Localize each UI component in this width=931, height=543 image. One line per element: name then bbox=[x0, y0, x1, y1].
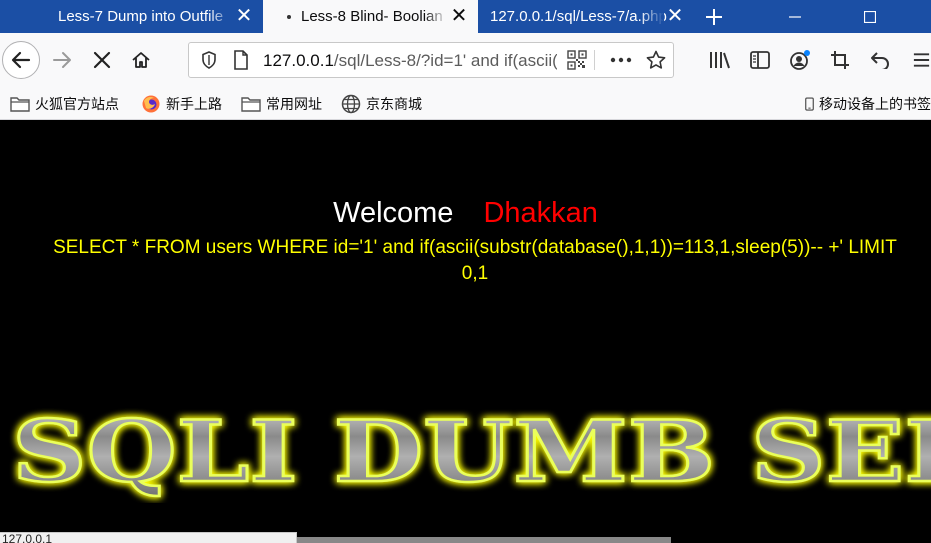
folder-icon bbox=[241, 96, 261, 112]
star-icon bbox=[646, 50, 666, 69]
account-button[interactable] bbox=[786, 46, 814, 74]
folder-icon bbox=[10, 96, 30, 112]
sql-query-text: SELECT * FROM users WHERE id='1' and if(… bbox=[0, 235, 931, 287]
forward-button[interactable] bbox=[48, 46, 76, 74]
tab-strip: Less-7 Dump into Outfile ✕ Less-8 Blind-… bbox=[0, 0, 931, 33]
page-content: Welcome Dhakkan SELECT * FROM users WHERE… bbox=[0, 120, 931, 543]
status-panel: 127.0.0.1 bbox=[0, 532, 297, 543]
bookmark-common-sites[interactable]: 常用网址 bbox=[241, 87, 322, 120]
user-name: Dhakkan bbox=[483, 197, 598, 229]
stop-icon bbox=[93, 51, 111, 69]
close-tab-icon[interactable]: ✕ bbox=[448, 5, 470, 27]
account-icon bbox=[790, 50, 810, 70]
hamburger-menu-icon bbox=[913, 53, 930, 67]
close-tab-icon[interactable]: ✕ bbox=[664, 5, 686, 27]
tab-title: Less-7 Dump into Outfile bbox=[58, 8, 224, 25]
qr-code-icon bbox=[567, 50, 587, 70]
bookmarks-toolbar: 火狐官方站点 新手上路 常用网址 京东商城 移动设备上的书签 bbox=[0, 87, 931, 120]
crop-icon bbox=[831, 51, 849, 69]
bookmark-getting-started[interactable]: 新手上路 bbox=[141, 87, 222, 120]
undo-button[interactable] bbox=[866, 46, 894, 74]
query-line-2: 0,1 bbox=[461, 263, 489, 284]
tab-less-8[interactable]: Less-8 Blind- Boolian ✕ bbox=[263, 0, 478, 33]
banner-text: SQLI DUMB SERIES bbox=[12, 403, 931, 501]
globe-icon bbox=[341, 94, 361, 113]
library-icon bbox=[710, 52, 730, 69]
bookmark-label: 火狐官方站点 bbox=[35, 95, 119, 112]
page-actions-button[interactable] bbox=[607, 46, 635, 74]
maximize-icon bbox=[864, 10, 876, 23]
url-path: /sql/Less-8/?id=1' and if(ascii(substr(d… bbox=[333, 51, 557, 70]
bookmark-firefox-official[interactable]: 火狐官方站点 bbox=[10, 87, 119, 120]
url-host: 127.0.0.1 bbox=[263, 51, 334, 70]
navigation-toolbar: 127.0.0.1/sql/Less-8/?id=1' and if(ascii… bbox=[0, 33, 931, 87]
query-line-1: SELECT * FROM users WHERE id='1' and if(… bbox=[53, 237, 897, 258]
bookmark-label: 京东商城 bbox=[366, 95, 422, 112]
forward-arrow-icon bbox=[53, 52, 71, 68]
library-button[interactable] bbox=[706, 46, 734, 74]
back-button[interactable] bbox=[2, 41, 40, 79]
sqli-dumb-series-banner: SQLI DUMB SERIES bbox=[11, 403, 931, 502]
close-tab-icon[interactable]: ✕ bbox=[233, 5, 255, 27]
undo-icon bbox=[871, 52, 889, 69]
sidebar-icon bbox=[750, 51, 770, 69]
new-tab-button[interactable] bbox=[700, 0, 728, 33]
page-icon bbox=[234, 50, 248, 70]
tracking-protection-button[interactable] bbox=[195, 46, 223, 74]
more-dots-icon bbox=[610, 57, 632, 63]
mobile-icon bbox=[805, 96, 814, 111]
maximize-button[interactable] bbox=[850, 0, 890, 33]
loading-icon bbox=[287, 15, 291, 19]
horizontal-scrollbar[interactable] bbox=[297, 537, 671, 543]
tab-title: Less-8 Blind- Boolian bbox=[301, 8, 443, 25]
bookmark-mobile[interactable]: 移动设备上的书签 bbox=[805, 87, 931, 120]
bookmark-jd-mall[interactable]: 京东商城 bbox=[341, 87, 422, 120]
bookmark-label: 常用网址 bbox=[266, 95, 322, 112]
menu-button[interactable] bbox=[912, 46, 931, 74]
welcome-text: Welcome bbox=[333, 197, 454, 229]
plus-icon bbox=[706, 8, 722, 25]
url-input[interactable]: 127.0.0.1/sql/Less-8/?id=1' and if(ascii… bbox=[263, 51, 557, 71]
sidebar-button[interactable] bbox=[746, 46, 774, 74]
tab-less-7[interactable]: Less-7 Dump into Outfile ✕ bbox=[44, 0, 263, 33]
bookmark-label: 新手上路 bbox=[166, 95, 222, 112]
screenshot-button[interactable] bbox=[826, 46, 854, 74]
bookmark-label: 移动设备上的书签 bbox=[819, 95, 931, 112]
qr-code-button[interactable] bbox=[563, 46, 591, 74]
back-arrow-icon bbox=[11, 51, 31, 69]
site-info-button[interactable] bbox=[227, 46, 255, 74]
status-text: 127.0.0.1 bbox=[2, 532, 53, 543]
tab-less-7-aphp[interactable]: 127.0.0.1/sql/Less-7/a.php ✕ bbox=[478, 0, 694, 33]
bookmark-star-button[interactable] bbox=[642, 46, 670, 74]
welcome-heading: Welcome Dhakkan bbox=[0, 197, 931, 230]
shield-icon bbox=[202, 51, 216, 69]
home-button[interactable] bbox=[127, 46, 155, 74]
home-icon bbox=[132, 52, 150, 68]
stop-button[interactable] bbox=[88, 46, 116, 74]
minimize-icon bbox=[789, 15, 801, 18]
url-bar[interactable]: 127.0.0.1/sql/Less-8/?id=1' and if(ascii… bbox=[188, 42, 674, 78]
minimize-button[interactable] bbox=[775, 0, 815, 33]
firefox-icon bbox=[142, 95, 160, 112]
